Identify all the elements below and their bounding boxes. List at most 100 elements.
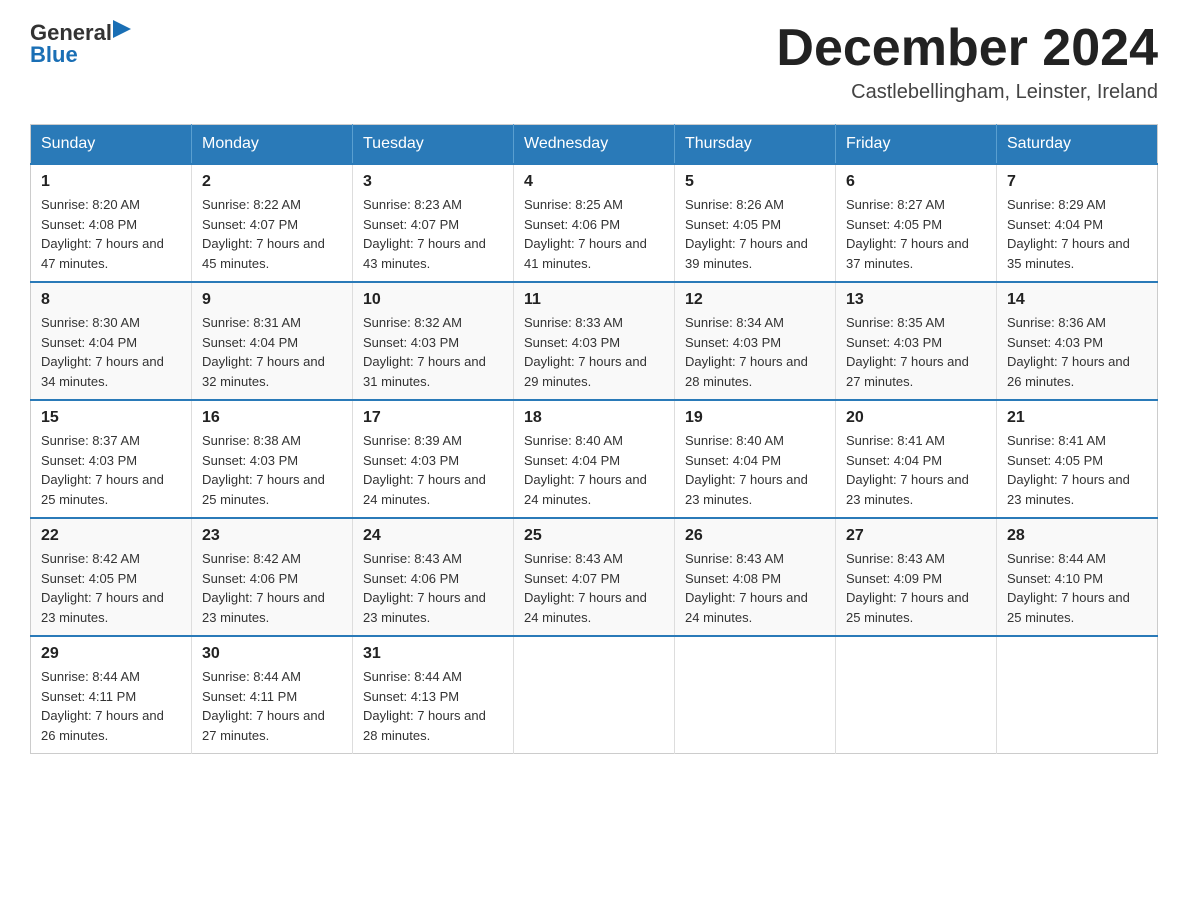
day-info: Sunrise: 8:43 AMSunset: 4:06 PMDaylight:… xyxy=(363,551,486,625)
calendar-week-row: 8 Sunrise: 8:30 AMSunset: 4:04 PMDayligh… xyxy=(31,282,1158,400)
day-number: 31 xyxy=(363,645,503,663)
calendar-day-cell: 15 Sunrise: 8:37 AMSunset: 4:03 PMDaylig… xyxy=(31,400,192,518)
day-number: 13 xyxy=(846,291,986,309)
day-info: Sunrise: 8:32 AMSunset: 4:03 PMDaylight:… xyxy=(363,315,486,389)
calendar-day-cell: 1 Sunrise: 8:20 AMSunset: 4:08 PMDayligh… xyxy=(31,164,192,282)
day-number: 15 xyxy=(41,409,181,427)
day-info: Sunrise: 8:41 AMSunset: 4:04 PMDaylight:… xyxy=(846,433,969,507)
day-info: Sunrise: 8:38 AMSunset: 4:03 PMDaylight:… xyxy=(202,433,325,507)
day-number: 22 xyxy=(41,527,181,545)
day-number: 23 xyxy=(202,527,342,545)
calendar-day-cell: 6 Sunrise: 8:27 AMSunset: 4:05 PMDayligh… xyxy=(836,164,997,282)
day-number: 29 xyxy=(41,645,181,663)
calendar-day-cell: 17 Sunrise: 8:39 AMSunset: 4:03 PMDaylig… xyxy=(353,400,514,518)
calendar-day-cell: 23 Sunrise: 8:42 AMSunset: 4:06 PMDaylig… xyxy=(192,518,353,636)
calendar-day-cell: 7 Sunrise: 8:29 AMSunset: 4:04 PMDayligh… xyxy=(997,164,1158,282)
calendar-day-cell: 12 Sunrise: 8:34 AMSunset: 4:03 PMDaylig… xyxy=(675,282,836,400)
day-number: 30 xyxy=(202,645,342,663)
calendar-day-cell: 28 Sunrise: 8:44 AMSunset: 4:10 PMDaylig… xyxy=(997,518,1158,636)
calendar-week-row: 29 Sunrise: 8:44 AMSunset: 4:11 PMDaylig… xyxy=(31,636,1158,754)
day-info: Sunrise: 8:26 AMSunset: 4:05 PMDaylight:… xyxy=(685,197,808,271)
calendar-day-cell: 21 Sunrise: 8:41 AMSunset: 4:05 PMDaylig… xyxy=(997,400,1158,518)
day-number: 19 xyxy=(685,409,825,427)
page-header: General Blue December 2024 Castlebelling… xyxy=(30,20,1158,104)
col-monday: Monday xyxy=(192,125,353,165)
calendar-day-cell: 18 Sunrise: 8:40 AMSunset: 4:04 PMDaylig… xyxy=(514,400,675,518)
day-number: 27 xyxy=(846,527,986,545)
calendar-day-cell: 29 Sunrise: 8:44 AMSunset: 4:11 PMDaylig… xyxy=(31,636,192,754)
day-number: 25 xyxy=(524,527,664,545)
day-number: 14 xyxy=(1007,291,1147,309)
day-info: Sunrise: 8:33 AMSunset: 4:03 PMDaylight:… xyxy=(524,315,647,389)
day-info: Sunrise: 8:25 AMSunset: 4:06 PMDaylight:… xyxy=(524,197,647,271)
day-info: Sunrise: 8:31 AMSunset: 4:04 PMDaylight:… xyxy=(202,315,325,389)
day-number: 10 xyxy=(363,291,503,309)
calendar-day-cell xyxy=(514,636,675,754)
calendar-day-cell: 9 Sunrise: 8:31 AMSunset: 4:04 PMDayligh… xyxy=(192,282,353,400)
day-info: Sunrise: 8:43 AMSunset: 4:09 PMDaylight:… xyxy=(846,551,969,625)
col-saturday: Saturday xyxy=(997,125,1158,165)
calendar-week-row: 1 Sunrise: 8:20 AMSunset: 4:08 PMDayligh… xyxy=(31,164,1158,282)
day-number: 28 xyxy=(1007,527,1147,545)
day-info: Sunrise: 8:44 AMSunset: 4:11 PMDaylight:… xyxy=(202,669,325,743)
col-thursday: Thursday xyxy=(675,125,836,165)
calendar-day-cell: 10 Sunrise: 8:32 AMSunset: 4:03 PMDaylig… xyxy=(353,282,514,400)
title-section: December 2024 Castlebellingham, Leinster… xyxy=(776,20,1158,104)
day-info: Sunrise: 8:37 AMSunset: 4:03 PMDaylight:… xyxy=(41,433,164,507)
day-number: 11 xyxy=(524,291,664,309)
day-info: Sunrise: 8:41 AMSunset: 4:05 PMDaylight:… xyxy=(1007,433,1130,507)
col-sunday: Sunday xyxy=(31,125,192,165)
col-friday: Friday xyxy=(836,125,997,165)
day-info: Sunrise: 8:36 AMSunset: 4:03 PMDaylight:… xyxy=(1007,315,1130,389)
day-number: 17 xyxy=(363,409,503,427)
calendar-day-cell: 14 Sunrise: 8:36 AMSunset: 4:03 PMDaylig… xyxy=(997,282,1158,400)
day-number: 24 xyxy=(363,527,503,545)
day-number: 21 xyxy=(1007,409,1147,427)
day-info: Sunrise: 8:22 AMSunset: 4:07 PMDaylight:… xyxy=(202,197,325,271)
calendar-day-cell: 11 Sunrise: 8:33 AMSunset: 4:03 PMDaylig… xyxy=(514,282,675,400)
location-text: Castlebellingham, Leinster, Ireland xyxy=(776,81,1158,104)
day-number: 3 xyxy=(363,173,503,191)
day-number: 6 xyxy=(846,173,986,191)
day-info: Sunrise: 8:20 AMSunset: 4:08 PMDaylight:… xyxy=(41,197,164,271)
calendar-day-cell: 31 Sunrise: 8:44 AMSunset: 4:13 PMDaylig… xyxy=(353,636,514,754)
day-info: Sunrise: 8:30 AMSunset: 4:04 PMDaylight:… xyxy=(41,315,164,389)
day-info: Sunrise: 8:34 AMSunset: 4:03 PMDaylight:… xyxy=(685,315,808,389)
day-number: 9 xyxy=(202,291,342,309)
day-info: Sunrise: 8:42 AMSunset: 4:06 PMDaylight:… xyxy=(202,551,325,625)
calendar-day-cell: 25 Sunrise: 8:43 AMSunset: 4:07 PMDaylig… xyxy=(514,518,675,636)
calendar-day-cell xyxy=(675,636,836,754)
calendar-day-cell: 26 Sunrise: 8:43 AMSunset: 4:08 PMDaylig… xyxy=(675,518,836,636)
day-number: 18 xyxy=(524,409,664,427)
day-info: Sunrise: 8:44 AMSunset: 4:13 PMDaylight:… xyxy=(363,669,486,743)
calendar-week-row: 15 Sunrise: 8:37 AMSunset: 4:03 PMDaylig… xyxy=(31,400,1158,518)
calendar-day-cell xyxy=(836,636,997,754)
calendar-header: Sunday Monday Tuesday Wednesday Thursday… xyxy=(31,125,1158,165)
calendar-day-cell xyxy=(997,636,1158,754)
calendar-day-cell: 4 Sunrise: 8:25 AMSunset: 4:06 PMDayligh… xyxy=(514,164,675,282)
day-number: 8 xyxy=(41,291,181,309)
calendar-day-cell: 2 Sunrise: 8:22 AMSunset: 4:07 PMDayligh… xyxy=(192,164,353,282)
calendar-week-row: 22 Sunrise: 8:42 AMSunset: 4:05 PMDaylig… xyxy=(31,518,1158,636)
calendar-day-cell: 3 Sunrise: 8:23 AMSunset: 4:07 PMDayligh… xyxy=(353,164,514,282)
day-info: Sunrise: 8:27 AMSunset: 4:05 PMDaylight:… xyxy=(846,197,969,271)
day-info: Sunrise: 8:39 AMSunset: 4:03 PMDaylight:… xyxy=(363,433,486,507)
calendar-day-cell: 16 Sunrise: 8:38 AMSunset: 4:03 PMDaylig… xyxy=(192,400,353,518)
calendar-day-cell: 24 Sunrise: 8:43 AMSunset: 4:06 PMDaylig… xyxy=(353,518,514,636)
calendar-day-cell: 20 Sunrise: 8:41 AMSunset: 4:04 PMDaylig… xyxy=(836,400,997,518)
day-info: Sunrise: 8:44 AMSunset: 4:11 PMDaylight:… xyxy=(41,669,164,743)
day-info: Sunrise: 8:42 AMSunset: 4:05 PMDaylight:… xyxy=(41,551,164,625)
day-info: Sunrise: 8:43 AMSunset: 4:08 PMDaylight:… xyxy=(685,551,808,625)
day-info: Sunrise: 8:40 AMSunset: 4:04 PMDaylight:… xyxy=(685,433,808,507)
calendar-day-cell: 8 Sunrise: 8:30 AMSunset: 4:04 PMDayligh… xyxy=(31,282,192,400)
calendar-day-cell: 27 Sunrise: 8:43 AMSunset: 4:09 PMDaylig… xyxy=(836,518,997,636)
day-number: 1 xyxy=(41,173,181,191)
calendar-table: Sunday Monday Tuesday Wednesday Thursday… xyxy=(30,124,1158,754)
calendar-day-cell: 13 Sunrise: 8:35 AMSunset: 4:03 PMDaylig… xyxy=(836,282,997,400)
month-title: December 2024 xyxy=(776,20,1158,77)
day-number: 7 xyxy=(1007,173,1147,191)
col-tuesday: Tuesday xyxy=(353,125,514,165)
day-info: Sunrise: 8:40 AMSunset: 4:04 PMDaylight:… xyxy=(524,433,647,507)
calendar-day-cell: 19 Sunrise: 8:40 AMSunset: 4:04 PMDaylig… xyxy=(675,400,836,518)
calendar-day-cell: 22 Sunrise: 8:42 AMSunset: 4:05 PMDaylig… xyxy=(31,518,192,636)
